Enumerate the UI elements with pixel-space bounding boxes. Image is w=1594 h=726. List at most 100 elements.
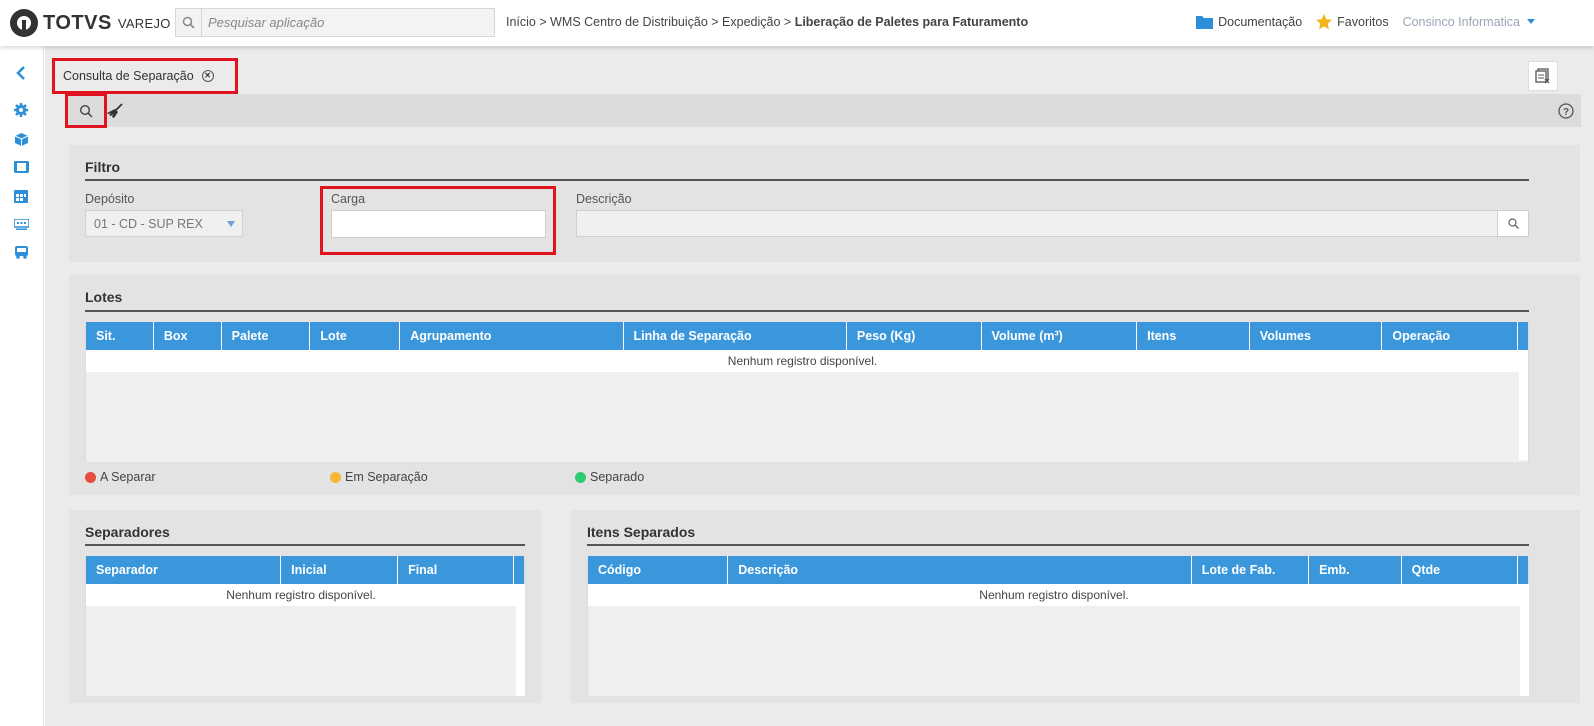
brand-sub: VAREJO: [117, 15, 171, 31]
tab-label: Consulta de Separação: [63, 69, 194, 83]
carga-label: Carga: [331, 192, 366, 206]
separadores-empty-message: Nenhum registro disponível.: [86, 584, 516, 606]
carga-input[interactable]: [331, 210, 546, 238]
red-status-dot: [85, 471, 96, 483]
clear-filter-button[interactable]: [100, 96, 130, 126]
breadcrumb: Início > WMS Centro de Distribuição > Ex…: [506, 15, 1028, 29]
breadcrumb-current: Liberação de Paletes para Faturamento: [794, 15, 1029, 29]
filter-divider: [85, 179, 1529, 181]
legend-label: Em Separação: [345, 470, 428, 484]
col-header-scroll: [514, 556, 524, 584]
toolbar: ?: [68, 94, 1581, 127]
col-header-operacao[interactable]: Operação: [1382, 322, 1519, 350]
lotes-divider: [85, 310, 1529, 312]
collapse-sidebar-icon[interactable]: [12, 64, 30, 82]
magnifier-icon: [79, 104, 93, 118]
documentation-link[interactable]: Documentação: [1196, 15, 1302, 29]
main-content: Consulta de Separação ✕ ? Filtro Depósit…: [45, 46, 1594, 726]
separadores-scrollbar[interactable]: [516, 584, 525, 696]
col-header-volumes[interactable]: Volumes: [1250, 322, 1383, 350]
sidebar: [0, 46, 44, 726]
separadores-grid: Separador Inicial Final Nenhum registro …: [85, 556, 525, 696]
col-header-emb[interactable]: Emb.: [1309, 556, 1402, 584]
favorites-link[interactable]: Favoritos: [1316, 14, 1389, 30]
broom-icon: [107, 103, 123, 118]
totvs-logo-icon: [10, 9, 38, 37]
close-tab-icon[interactable]: ✕: [201, 70, 214, 82]
deposito-select[interactable]: 01 - CD - SUP REX: [85, 210, 243, 237]
itens-empty-message: Nenhum registro disponível.: [588, 584, 1520, 606]
documentation-label: Documentação: [1218, 15, 1303, 29]
search-icon: [1507, 218, 1519, 229]
legend-em-separacao: Em Separação: [330, 470, 428, 484]
lotes-empty-message: Nenhum registro disponível.: [86, 350, 1519, 372]
col-header-final[interactable]: Final: [398, 556, 514, 584]
clear-all-tabs-icon[interactable]: [1528, 61, 1558, 91]
folder-icon: [1196, 16, 1214, 29]
col-header-palete[interactable]: Palete: [222, 322, 311, 350]
brand-name: TOTVS: [43, 11, 112, 34]
col-header-scroll: [1518, 556, 1528, 584]
col-header-descricao[interactable]: Descrição: [728, 556, 1192, 584]
calendar-icon[interactable]: [12, 187, 30, 205]
col-header-scroll: [1518, 322, 1528, 350]
itens-separados-panel: Itens Separados Código Descrição Lote de…: [571, 510, 1580, 703]
itens-divider: [587, 544, 1529, 546]
keyboard-icon[interactable]: [12, 215, 30, 233]
col-header-separador[interactable]: Separador: [86, 556, 282, 584]
col-header-agrupamento[interactable]: Agrupamento: [400, 322, 624, 350]
legend-label: Separado: [590, 470, 645, 484]
lotes-panel: Lotes Sit. Box Palete Lote Agrupamento L…: [69, 275, 1580, 495]
legend-label: A Separar: [100, 470, 156, 484]
search-icon[interactable]: [176, 9, 202, 36]
col-header-lote-fab[interactable]: Lote de Fab.: [1192, 556, 1310, 584]
col-header-codigo[interactable]: Código: [588, 556, 729, 584]
help-button[interactable]: ?: [1551, 96, 1581, 126]
app-search[interactable]: [175, 8, 495, 37]
itens-title: Itens Separados: [587, 524, 696, 540]
descricao-search-button[interactable]: [1497, 210, 1529, 237]
yellow-status-dot: [330, 471, 341, 483]
separadores-panel: Separadores Separador Inicial Final Nenh…: [69, 510, 541, 703]
top-bar: TOTVS VAREJO Início > WMS Centro de Dist…: [0, 0, 1594, 46]
green-status-dot: [575, 471, 586, 483]
col-header-volume[interactable]: Volume (m³): [982, 322, 1138, 350]
col-header-qtde[interactable]: Qtde: [1402, 556, 1518, 584]
caret-down-icon: [1527, 19, 1535, 24]
tab-consulta-separacao[interactable]: Consulta de Separação ✕: [55, 62, 222, 90]
col-header-itens[interactable]: Itens: [1137, 322, 1250, 350]
col-header-peso[interactable]: Peso (Kg): [847, 322, 982, 350]
col-header-inicial[interactable]: Inicial: [281, 556, 399, 584]
lotes-grid: Sit. Box Palete Lote Agrupamento Linha d…: [85, 322, 1529, 462]
separadores-divider: [85, 544, 525, 546]
col-header-sit[interactable]: Sit.: [86, 322, 154, 350]
legend-a-separar: A Separar: [85, 470, 156, 484]
lotes-grid-header: Sit. Box Palete Lote Agrupamento Linha d…: [86, 322, 1528, 350]
star-icon: [1316, 14, 1333, 30]
app-search-input[interactable]: [202, 9, 492, 36]
itens-grid: Código Descrição Lote de Fab. Emb. Qtde …: [587, 556, 1529, 696]
search-button[interactable]: [71, 96, 101, 126]
lotes-scrollbar[interactable]: [1519, 350, 1528, 460]
legend-separado: Separado: [575, 470, 644, 484]
user-menu[interactable]: Consinco Informatica: [1403, 15, 1536, 29]
col-header-linha-separacao[interactable]: Linha de Separação: [624, 322, 847, 350]
col-header-box[interactable]: Box: [154, 322, 222, 350]
totvs-logo[interactable]: TOTVS VAREJO: [10, 9, 171, 37]
separadores-grid-header: Separador Inicial Final: [86, 556, 524, 584]
col-header-lote[interactable]: Lote: [310, 322, 401, 350]
help-icon: ?: [1558, 103, 1574, 119]
lotes-title: Lotes: [85, 289, 123, 305]
separadores-title: Separadores: [85, 524, 170, 540]
gear-icon[interactable]: [12, 101, 30, 119]
filter-panel: Filtro Depósito 01 - CD - SUP REX Carga …: [69, 145, 1580, 262]
itens-scrollbar[interactable]: [1520, 584, 1529, 696]
svg-text:?: ?: [1563, 107, 1569, 118]
breadcrumb-path[interactable]: Início > WMS Centro de Distribuição > Ex…: [506, 15, 795, 29]
truck-icon[interactable]: [12, 243, 30, 261]
deposito-label: Depósito: [85, 192, 135, 206]
filter-title: Filtro: [85, 159, 120, 175]
box-icon[interactable]: [12, 130, 30, 148]
film-icon[interactable]: [12, 158, 30, 176]
descricao-input[interactable]: [576, 210, 1498, 237]
